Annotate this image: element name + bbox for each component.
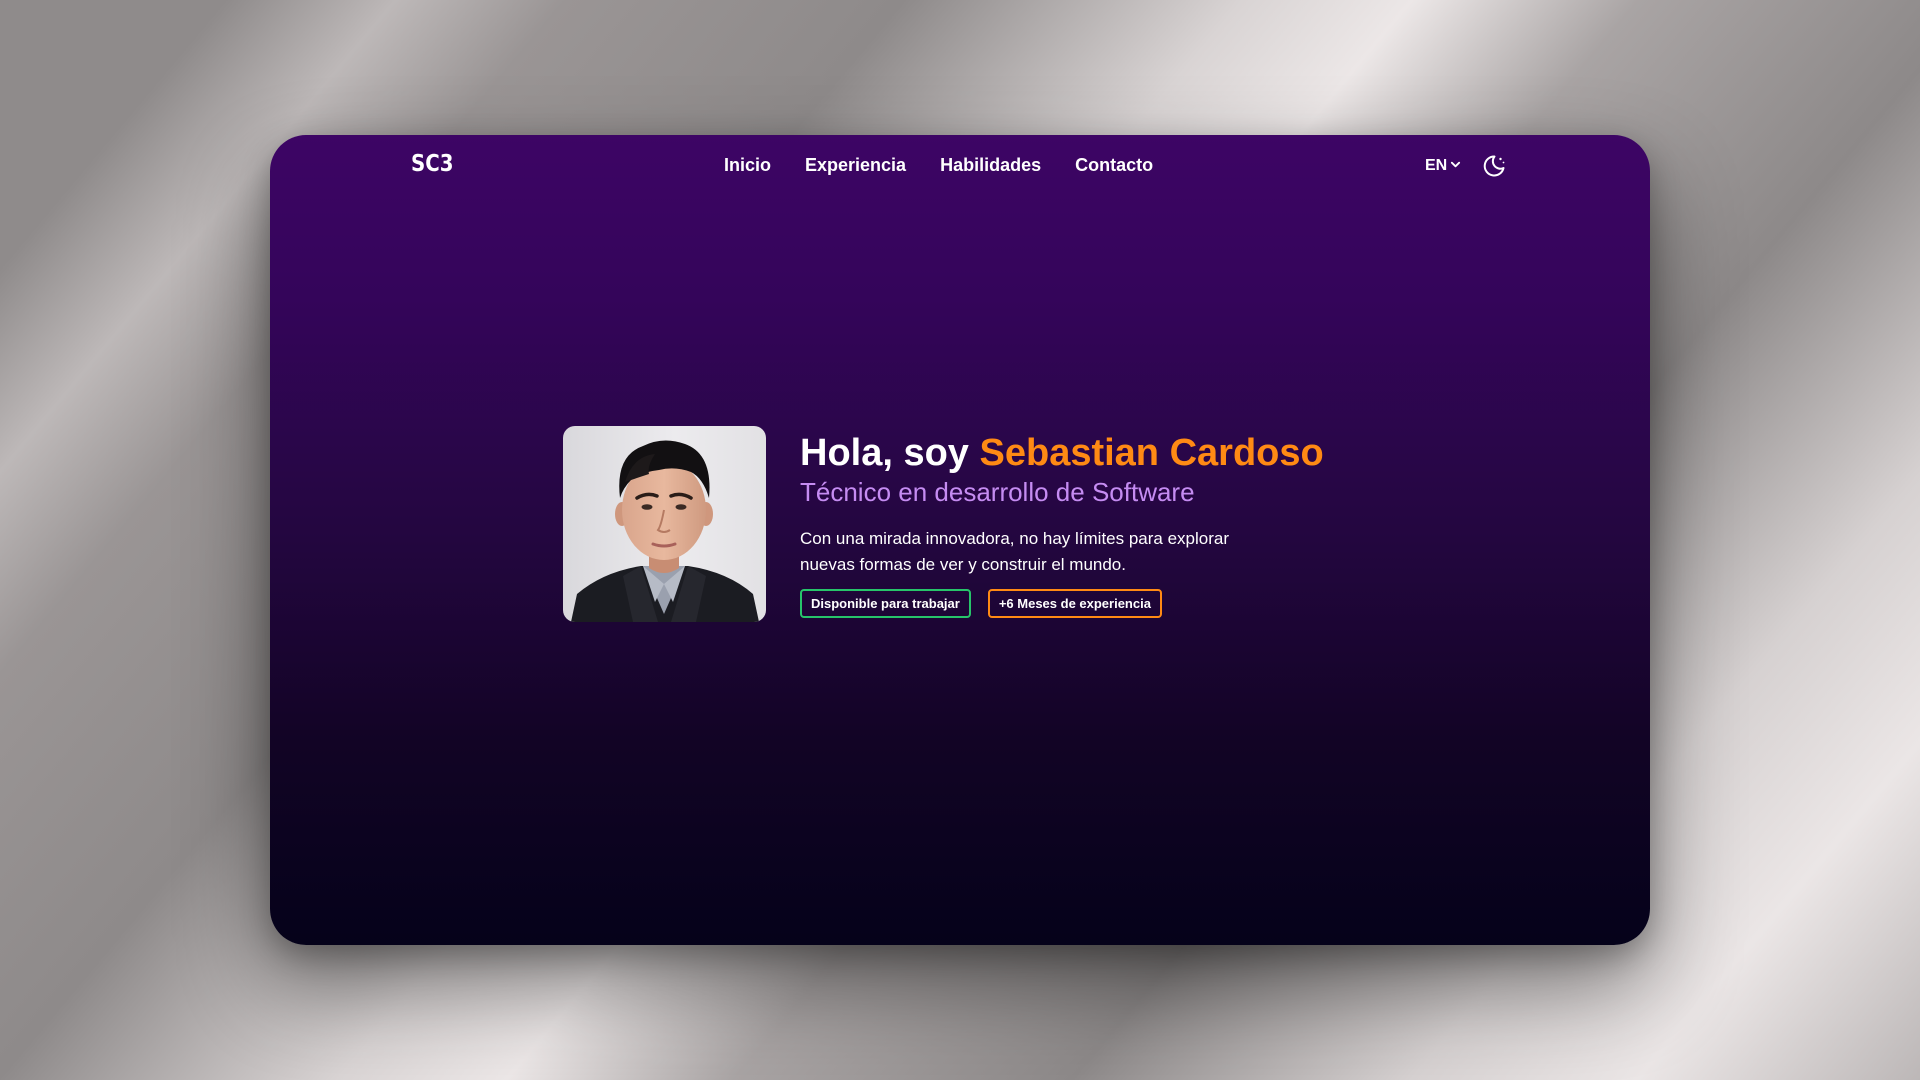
nav-link-experiencia[interactable]: Experiencia (805, 155, 906, 176)
language-selector[interactable]: EN (1425, 157, 1461, 175)
hero-description: Con una mirada innovadora, no hay límite… (800, 529, 1230, 574)
hero-text: Hola, soy Sebastian Cardoso Técnico en d… (800, 430, 1400, 618)
hero-name: Sebastian Cardoso (979, 432, 1324, 474)
moon-icon (1481, 155, 1507, 183)
portfolio-window: SC3 Inicio Experiencia Habilidades Conta… (270, 135, 1650, 945)
chevron-down-icon (1450, 157, 1461, 175)
top-navbar: SC3 Inicio Experiencia Habilidades Conta… (270, 135, 1650, 199)
site-logo[interactable]: SC3 (411, 151, 454, 177)
hero-greeting: Hola, soy (800, 432, 980, 474)
hero-badges: Disponible para trabajar +6 Meses de exp… (800, 589, 1400, 618)
theme-toggle-button[interactable] (1481, 153, 1507, 179)
badge-available: Disponible para trabajar (800, 589, 971, 618)
hero-heading: Hola, soy Sebastian Cardoso (800, 430, 1400, 476)
hero-subtitle: Técnico en desarrollo de Software (800, 477, 1195, 507)
language-label: EN (1425, 157, 1448, 174)
nav-link-habilidades[interactable]: Habilidades (940, 155, 1041, 176)
nav-link-contacto[interactable]: Contacto (1075, 155, 1153, 176)
nav-link-inicio[interactable]: Inicio (724, 155, 771, 176)
badge-experience: +6 Meses de experiencia (987, 589, 1162, 618)
profile-photo (563, 426, 766, 622)
nav-links: Inicio Experiencia Habilidades Contacto (724, 155, 1153, 176)
